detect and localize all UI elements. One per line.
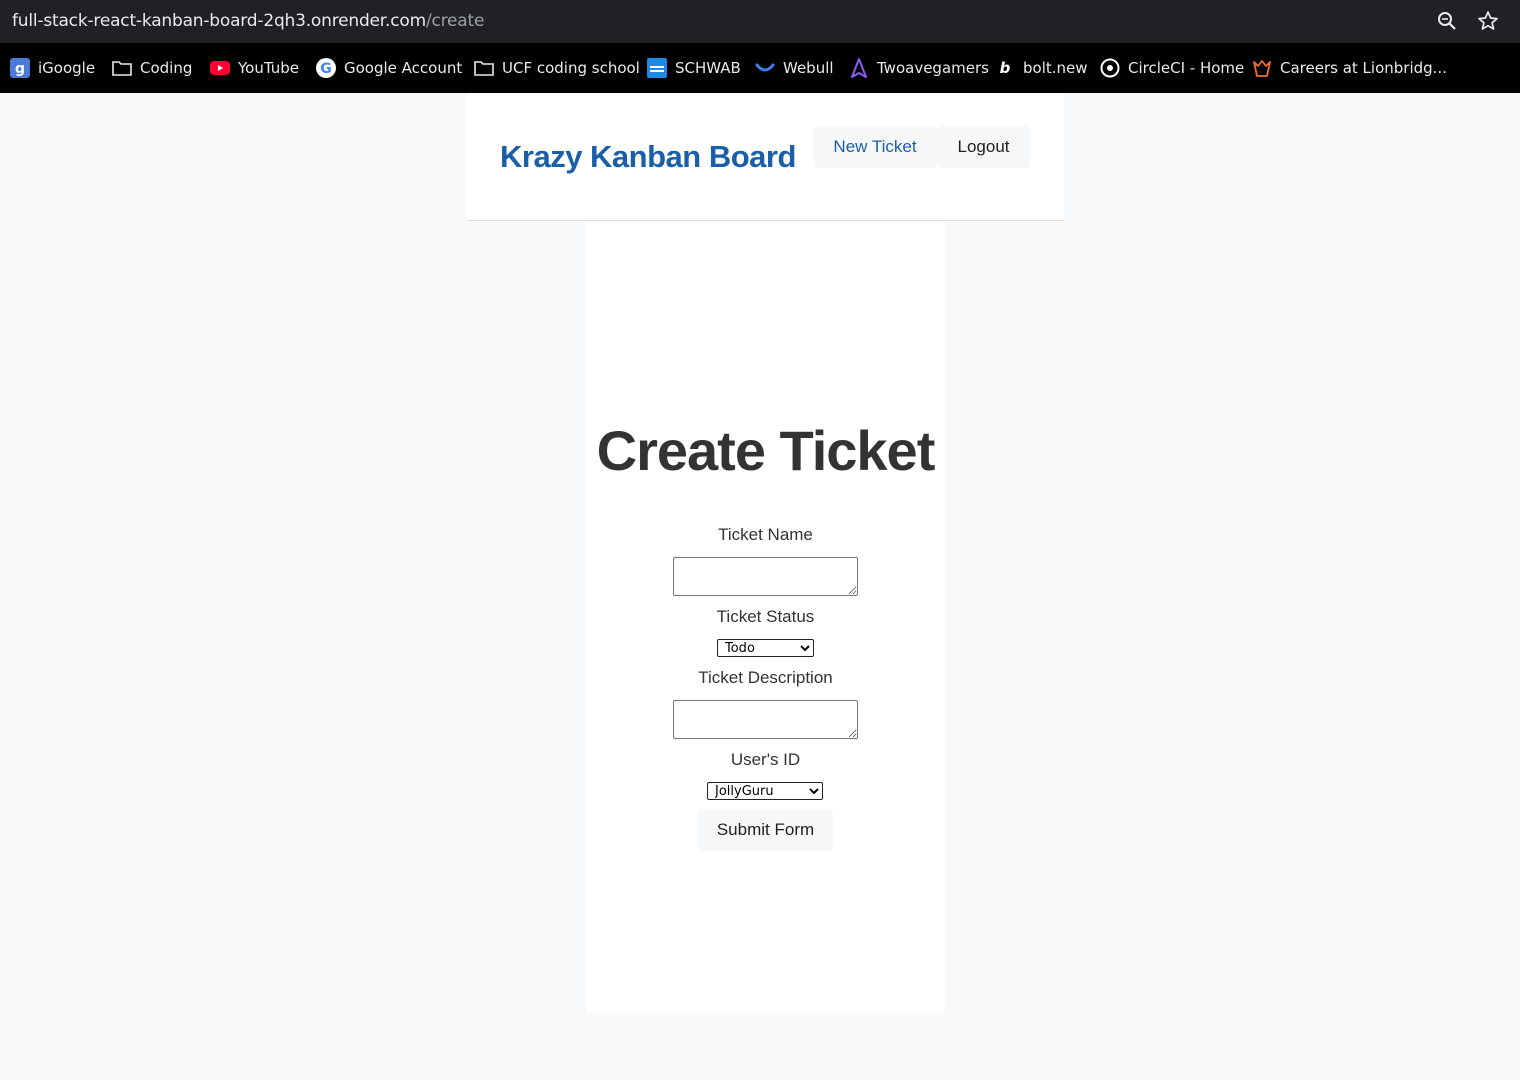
ticket-name-input[interactable] [673,557,858,596]
google-icon: G [316,58,336,78]
svg-text:b: b [1000,59,1011,77]
bookmark-twoavegamers[interactable]: Twoavegamers [849,57,989,79]
igoogle-icon: g [10,58,30,78]
create-ticket-panel: Create Ticket Ticket Name Ticket Status … [586,222,945,1013]
bookmark-bolt[interactable]: b bolt.new [995,57,1088,79]
folder-icon [474,58,494,78]
webull-icon [755,58,775,78]
svg-text:g: g [15,61,25,77]
bookmarks-bar: g iGoogle Coding YouTube G Google Accoun… [0,43,1520,93]
bookmark-lionbridge[interactable]: Careers at Lionbridg... [1252,57,1447,79]
bookmark-igoogle[interactable]: g iGoogle [10,57,95,79]
lionbridge-icon [1252,58,1272,78]
schwab-icon [647,58,667,78]
submit-form-button[interactable]: Submit Form [698,809,833,851]
user-id-select[interactable]: JollyGuru [707,782,823,800]
ticket-status-label: Ticket Status [716,607,815,626]
bookmark-youtube[interactable]: YouTube [210,57,299,79]
bookmark-schwab[interactable]: SCHWAB [647,57,741,79]
url-text[interactable]: full-stack-react-kanban-board-2qh3.onren… [12,11,484,31]
bookmark-ucf-coding-school[interactable]: UCF coding school [474,57,640,79]
browser-address-bar[interactable]: full-stack-react-kanban-board-2qh3.onren… [0,0,1520,43]
folder-icon [112,58,132,78]
ticket-description-input[interactable] [673,700,858,739]
twoavegamers-icon [849,58,869,78]
logout-button[interactable]: Logout [937,126,1030,168]
app-brand-title[interactable]: Krazy Kanban Board [500,139,796,175]
user-id-label: User's ID [730,750,801,769]
app-header: Krazy Kanban Board New Ticket Logout [467,93,1064,221]
ticket-description-label: Ticket Description [698,668,833,687]
zoom-icon[interactable] [1436,10,1458,32]
ticket-status-select[interactable]: Todo [717,639,814,657]
page-title: Create Ticket [596,419,936,482]
bookmark-circleci[interactable]: CircleCI - Home [1100,57,1244,79]
bookmark-webull[interactable]: Webull [755,57,834,79]
new-ticket-button[interactable]: New Ticket [813,126,937,168]
bookmark-star-icon[interactable] [1477,10,1499,32]
circleci-icon [1100,58,1120,78]
bolt-icon: b [995,58,1015,78]
ticket-name-label: Ticket Name [718,525,813,544]
svg-text:G: G [320,61,332,77]
bookmark-coding[interactable]: Coding [112,57,192,79]
youtube-icon [210,58,230,78]
bookmark-google-account[interactable]: G Google Account [316,57,462,79]
